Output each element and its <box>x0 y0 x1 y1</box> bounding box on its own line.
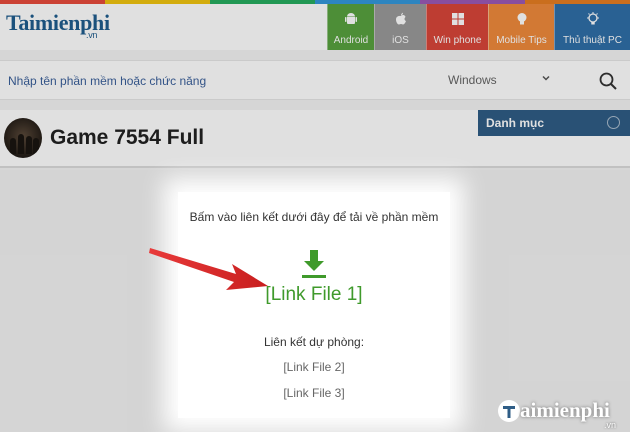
category-menu-title: Danh mục <box>486 116 545 130</box>
nav-tile-label: Mobile Tips <box>496 35 547 46</box>
game-avatar <box>4 118 42 158</box>
red-arrow-annotation <box>149 248 268 290</box>
nav-tile-winphone[interactable]: Win phone <box>426 4 488 50</box>
watermark-logo: aimienphi .vn <box>496 396 630 432</box>
nav-tile-ios[interactable]: iOS <box>374 4 426 50</box>
nav-tile-label: Win phone <box>433 35 482 46</box>
page-title: Game 7554 Full <box>50 126 205 149</box>
bulb-icon <box>585 11 601 27</box>
nav-tile-label: iOS <box>392 35 409 46</box>
nav-tile-android[interactable]: Android <box>327 4 374 50</box>
chevron-down-icon <box>542 75 550 81</box>
nav-tile-mobile-tips[interactable]: Mobile Tips <box>488 4 554 50</box>
download-icon[interactable] <box>300 248 328 280</box>
download-instruction: Bấm vào liên kết dưới đây để tải về phần… <box>189 210 439 224</box>
platform-select[interactable]: Windows <box>448 73 558 87</box>
platform-select-value: Windows <box>448 73 497 87</box>
watermark-suffix: .vn <box>604 420 617 430</box>
logo-suffix: .vn <box>86 30 98 40</box>
search-icon[interactable] <box>598 71 618 91</box>
category-menu[interactable]: Danh mục <box>478 110 630 136</box>
search-bar: Windows <box>0 60 630 100</box>
download-link-2[interactable]: [Link File 2] <box>178 360 450 374</box>
download-link-3[interactable]: [Link File 3] <box>178 386 450 400</box>
site-logo[interactable]: Taimienphi .vn <box>6 10 110 40</box>
android-icon <box>343 11 359 27</box>
backup-links-label: Liên kết dự phòng: <box>263 335 365 349</box>
download-panel: Bấm vào liên kết dưới đây để tải về phần… <box>178 192 450 418</box>
nav-tile-pc-tips[interactable]: Thủ thuật PC <box>554 4 630 50</box>
title-bar: Game 7554 Full Danh mục <box>0 110 630 168</box>
clock-icon <box>607 116 620 129</box>
windows-icon <box>450 11 466 27</box>
search-input[interactable] <box>8 71 408 91</box>
watermark-badge-icon <box>498 400 520 422</box>
nav-tile-label: Android <box>333 35 369 46</box>
watermark-text: aimienphi <box>520 398 610 422</box>
lightbulb-icon <box>514 11 530 27</box>
apple-icon <box>393 11 409 27</box>
platform-nav: Android iOS Win phone Mobile Tips Thủ th… <box>327 4 630 50</box>
nav-tile-label: Thủ thuật PC <box>563 35 622 46</box>
site-header: Taimienphi .vn Android iOS Win phone Mob… <box>0 4 630 50</box>
